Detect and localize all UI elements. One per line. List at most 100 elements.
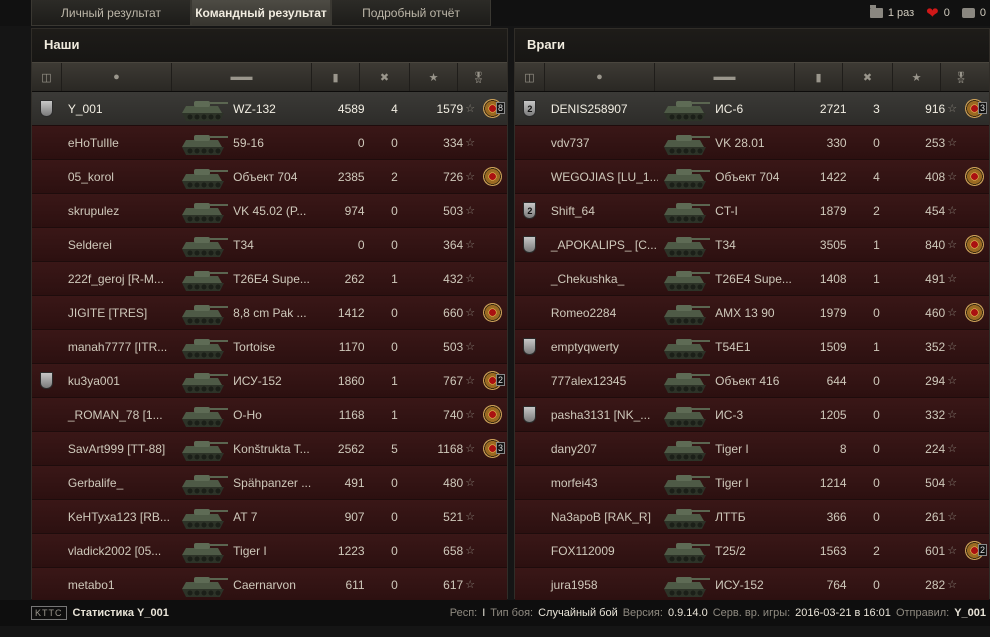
player-row[interactable]: pasha3131 [NK_... ИС-3 1205 0 332 ☆ [515,398,989,432]
player-name[interactable]: 777alex12345 [545,374,659,388]
player-name[interactable]: SavArt999 [TT-88] [62,442,177,456]
player-name[interactable]: 222f_geroj [R-M... [62,272,177,286]
tank-image [658,398,713,432]
player-name[interactable]: ku3ya001 [62,374,177,388]
tab-personal[interactable]: Личный результат [31,0,191,26]
player-row[interactable]: FOX112009 T25/2 1563 2 601 ☆ 2 [515,534,989,568]
player-name[interactable]: _ROMAN_78 [1... [62,408,177,422]
player-name[interactable]: metabo1 [62,578,177,592]
player-row[interactable]: KeHTyxa123 [RB... AT 7 907 0 521 ☆ [32,500,507,534]
tank-icon [182,372,229,393]
tank-image [176,296,231,330]
player-name[interactable]: emptyqwerty [545,340,659,354]
frags-column-header[interactable]: ✖ [360,63,410,91]
player-row[interactable]: emptyqwerty T54E1 1509 1 352 ☆ [515,330,989,364]
messages-counter[interactable]: 0 [961,7,986,19]
player-name[interactable]: eHoTulIle [62,136,177,150]
player-row[interactable]: SavArt999 [TT-88] Konštrukta T... 2562 5 116… [32,432,507,466]
xp-column-header[interactable]: ★ [410,63,458,91]
player-row[interactable]: skrupulez VK 45.02 (P... 974 0 503 ☆ [32,194,507,228]
frags-column-header[interactable]: ✖ [843,63,893,91]
player-column-header[interactable]: ● [62,63,172,91]
likes-counter[interactable]: ❤ 0 [926,6,950,21]
player-row[interactable]: vdv737 VK 28.01 330 0 253 ☆ [515,126,989,160]
player-row[interactable]: 2 Shift_64 CT-I 1879 2 454 ☆ [515,194,989,228]
xp-column-header[interactable]: ★ [893,63,941,91]
player-row[interactable]: vladick2002 [05... Tiger I 1223 0 658 ☆ [32,534,507,568]
player-row[interactable]: ku3ya001 ИСУ-152 1860 1 767 ☆ 2 [32,364,507,398]
player-name[interactable]: dany207 [545,442,659,456]
player-row[interactable]: morfei43 Tiger I 1214 0 504 ☆ [515,466,989,500]
vehicle-column-header[interactable]: ▬▬ [172,63,312,91]
tank-image [658,228,713,262]
vehicle-name: ИС-3 [715,407,744,422]
likes-count: 0 [943,7,950,19]
player-name[interactable]: morfei43 [545,476,659,490]
player-row[interactable]: _APOKALIPS_ [C... T34 3505 1 840 ☆ [515,228,989,262]
vehicle-name: Caernarvon [233,577,296,592]
player-row[interactable]: metabo1 Caernarvon 611 0 617 ☆ [32,568,507,602]
player-name[interactable]: pasha3131 [NK_... [545,408,659,422]
player-row[interactable]: jura1958 ИСУ-152 764 0 282 ☆ [515,568,989,602]
frags-value: 1 [873,271,880,286]
player-name[interactable]: vladick2002 [05... [62,544,177,558]
player-row[interactable]: Na3apoB [RAK_R] ЛТТБ 366 0 261 ☆ [515,500,989,534]
player-name[interactable]: _Chekushka_ [545,272,659,286]
player-name[interactable]: jura1958 [545,578,659,592]
xp-value: 504 [925,475,946,490]
player-row[interactable]: 2 DENIS258907 ИС-6 2721 3 916 ☆ 3 [515,92,989,126]
player-name[interactable]: Shift_64 [545,204,659,218]
medal-column-header[interactable]: 🎖 [941,63,981,91]
badge-column-header[interactable]: ◫ [32,63,62,91]
player-row[interactable]: WEGOJIAS [LU_1... Объект 704 1422 4 408 ☆ [515,160,989,194]
player-row[interactable]: 777alex12345 Объект 416 644 0 294 ☆ [515,364,989,398]
vehicle-column-header[interactable]: ▬▬ [655,63,795,91]
player-row[interactable]: 05_korol Объект 704 2385 2 726 ☆ [32,160,507,194]
medal-cell [959,235,989,254]
player-name[interactable]: WEGOJIAS [LU_1... [545,170,659,184]
player-name[interactable]: vdv737 [545,136,659,150]
vehicle-name: Konštrukta T... [233,441,310,456]
player-name[interactable]: Romeo2284 [545,306,659,320]
damage-column-header[interactable]: ▮ [312,63,360,91]
player-name[interactable]: _APOKALIPS_ [C... [545,238,659,252]
player-name[interactable]: 05_korol [62,170,177,184]
player-name[interactable]: skrupulez [62,204,177,218]
player-row[interactable]: Romeo2284 AMX 13 90 1979 0 460 ☆ [515,296,989,330]
player-row[interactable]: _ROMAN_78 [1... O-Ho 1168 1 740 ☆ [32,398,507,432]
player-name[interactable]: FOX112009 [545,544,659,558]
player-row[interactable]: eHoTulIle 59-16 0 0 334 ☆ [32,126,507,160]
player-row[interactable]: JIGITE [TRES] 8,8 cm Pak ... 1412 0 660 ☆ [32,296,507,330]
badge-column-header[interactable]: ◫ [515,63,545,91]
player-name[interactable]: Y_001 [62,102,177,116]
medal-cell: 3 [477,439,507,458]
player-name[interactable]: JIGITE [TRES] [62,306,177,320]
tank-icon [182,406,229,427]
player-name[interactable]: Gerbalife_ [62,476,177,490]
player-column-header[interactable]: ● [545,63,655,91]
player-row[interactable]: dany207 Tiger I 8 0 224 ☆ [515,432,989,466]
player-name[interactable]: manah7777 [ITR... [62,340,177,354]
damage-value: 366 [826,509,847,524]
damage-column-header[interactable]: ▮ [795,63,843,91]
player-row[interactable]: Y_001 WZ-132 4589 4 1579 ☆ 8 [32,92,507,126]
player-name[interactable]: Selderei [62,238,177,252]
player-row[interactable]: Selderei T34 0 0 364 ☆ [32,228,507,262]
player-name[interactable]: Na3apoB [RAK_R] [545,510,659,524]
tab-team[interactable]: Командный результат [191,0,331,26]
battles-counter[interactable]: 1 раз [869,5,914,19]
player-row[interactable]: manah7777 [ITR... Tortoise 1170 0 503 ☆ [32,330,507,364]
player-row[interactable]: Gerbalife_ Spähpanzer ... 491 0 480 ☆ [32,466,507,500]
player-name[interactable]: DENIS258907 [545,102,659,116]
medal-count: 3 [978,102,988,114]
player-row[interactable]: _Chekushka_ T26E4 Supe... 1408 1 491 ☆ [515,262,989,296]
tank-image [176,92,231,126]
damage-value: 4589 [337,101,365,116]
damage-value: 1509 [819,339,847,354]
medal-column-header[interactable]: 🎖 [458,63,499,91]
star-icon: ☆ [465,579,476,591]
player-row[interactable]: 222f_geroj [R-M... T26E4 Supe... 262 1 432 ☆ [32,262,507,296]
tab-detailed[interactable]: Подробный отчёт [331,0,491,26]
star-icon: ☆ [947,341,958,353]
player-name[interactable]: KeHTyxa123 [RB... [62,510,177,524]
